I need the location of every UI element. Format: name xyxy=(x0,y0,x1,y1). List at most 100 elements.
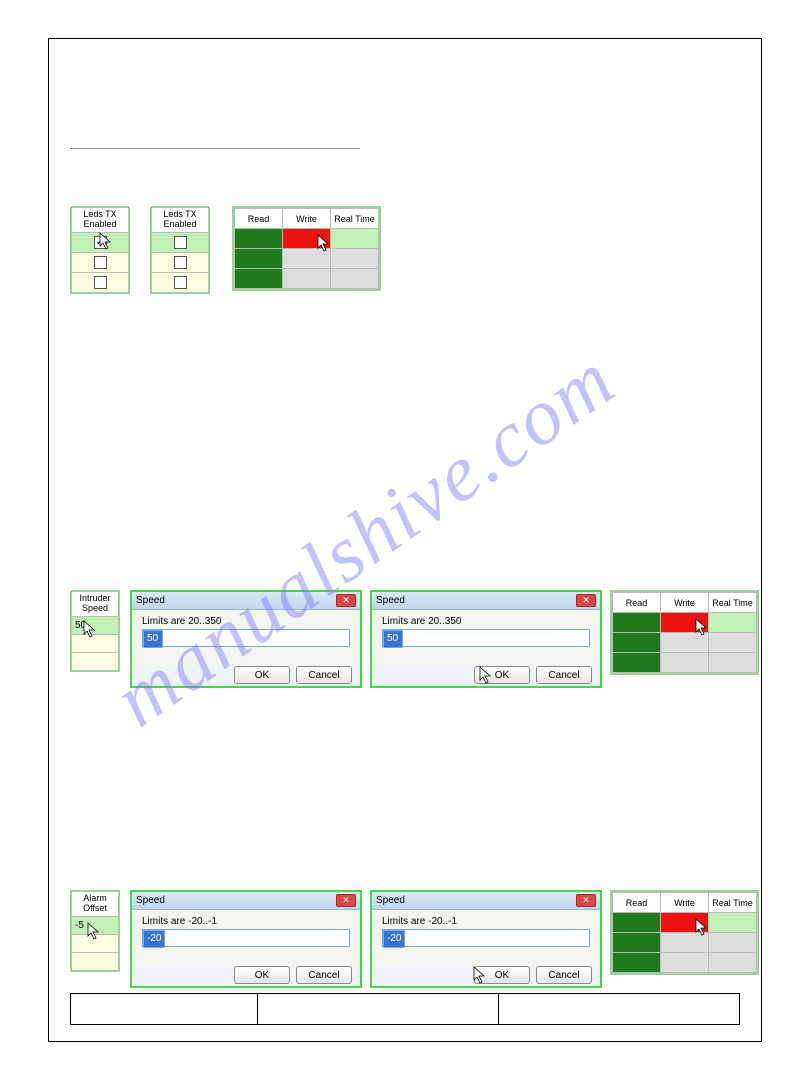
close-icon[interactable]: ✕ xyxy=(576,894,596,907)
ok-button[interactable]: OK xyxy=(474,666,530,684)
cell[interactable] xyxy=(283,249,331,269)
cell[interactable] xyxy=(613,953,661,973)
checkbox-icon[interactable] xyxy=(174,236,187,249)
read-write-realtime-grid-2: ReadWriteReal Time xyxy=(610,590,759,675)
dialog-title: Speed xyxy=(376,895,405,906)
close-icon[interactable]: ✕ xyxy=(336,594,356,607)
read-write-realtime-grid-3: ReadWriteReal Time xyxy=(610,890,759,975)
cell[interactable] xyxy=(235,229,283,249)
cell[interactable] xyxy=(613,613,661,633)
dialog-titlebar: Speed ✕ xyxy=(372,892,600,910)
leds-row-0[interactable] xyxy=(72,232,128,252)
col-write: Write xyxy=(661,893,709,913)
cell[interactable] xyxy=(613,913,661,933)
section-divider xyxy=(70,148,360,149)
ok-button[interactable]: OK xyxy=(234,966,290,984)
leds-row-1[interactable] xyxy=(152,252,208,272)
intruder-speed-panel: IntruderSpeed 50 xyxy=(70,590,120,672)
cell[interactable] xyxy=(661,953,709,973)
alarm-value[interactable]: -5 xyxy=(72,916,118,934)
footer-cell-3 xyxy=(499,994,739,1024)
cell-write-active[interactable] xyxy=(661,913,709,933)
dialog-titlebar: Speed ✕ xyxy=(132,892,360,910)
footer-cell-1 xyxy=(71,994,258,1024)
col-read: Read xyxy=(613,893,661,913)
col-read: Read xyxy=(613,593,661,613)
cell[interactable] xyxy=(709,953,757,973)
cell[interactable] xyxy=(235,269,283,289)
alarm-dialog-2: Speed ✕ Limits are -20..-1 -20 OK Cancel xyxy=(370,890,602,988)
speed-dialog-1: Speed ✕ Limits are 20..350 50 OK Cancel xyxy=(130,590,362,688)
leds-row-2[interactable] xyxy=(72,272,128,292)
col-realtime: Real Time xyxy=(709,893,757,913)
checkbox-checked-icon[interactable] xyxy=(94,236,107,249)
cancel-button[interactable]: Cancel xyxy=(536,666,592,684)
dialog-titlebar: Speed ✕ xyxy=(132,592,360,610)
speed-input[interactable]: 50 xyxy=(382,629,590,647)
checkbox-icon[interactable] xyxy=(174,276,187,289)
cell[interactable] xyxy=(613,653,661,673)
leds-row-0[interactable] xyxy=(152,232,208,252)
cell[interactable] xyxy=(331,229,379,249)
footer-table xyxy=(70,993,740,1025)
cancel-button[interactable]: Cancel xyxy=(536,966,592,984)
cancel-button[interactable]: Cancel xyxy=(296,666,352,684)
limits-label: Limits are -20..-1 xyxy=(142,916,350,927)
cancel-button[interactable]: Cancel xyxy=(296,966,352,984)
alarm-row-2[interactable] xyxy=(72,952,118,970)
dialog-title: Speed xyxy=(136,595,165,606)
leds-row-2[interactable] xyxy=(152,272,208,292)
leds-header: Leds TXEnabled xyxy=(72,208,128,232)
cell[interactable] xyxy=(661,653,709,673)
limits-label: Limits are 20..350 xyxy=(142,616,350,627)
alarm-dialog-1: Speed ✕ Limits are -20..-1 -20 OK Cancel xyxy=(130,890,362,988)
col-realtime: Real Time xyxy=(709,593,757,613)
intruder-header: IntruderSpeed xyxy=(72,592,118,616)
limits-label: Limits are 20..350 xyxy=(382,616,590,627)
cell[interactable] xyxy=(661,633,709,653)
cell-write-active[interactable] xyxy=(661,613,709,633)
alarm-input[interactable]: -20 xyxy=(382,929,590,947)
cell-write-active[interactable] xyxy=(283,229,331,249)
intruder-value[interactable]: 50 xyxy=(72,616,118,634)
limits-label: Limits are -20..-1 xyxy=(382,916,590,927)
alarm-row-1[interactable] xyxy=(72,934,118,952)
ok-button[interactable]: OK xyxy=(474,966,530,984)
close-icon[interactable]: ✕ xyxy=(336,894,356,907)
leds-row-1[interactable] xyxy=(72,252,128,272)
footer-cell-2 xyxy=(258,994,498,1024)
cell[interactable] xyxy=(235,249,283,269)
cell[interactable] xyxy=(283,269,331,289)
cell[interactable] xyxy=(709,913,757,933)
col-read: Read xyxy=(235,209,283,229)
cell[interactable] xyxy=(613,633,661,653)
checkbox-icon[interactable] xyxy=(94,256,107,269)
cell[interactable] xyxy=(331,249,379,269)
alarm-input[interactable]: -20 xyxy=(142,929,350,947)
close-icon[interactable]: ✕ xyxy=(576,594,596,607)
leds-tx-panel-2: Leds TXEnabled xyxy=(150,206,210,294)
checkbox-icon[interactable] xyxy=(94,276,107,289)
cell[interactable] xyxy=(613,933,661,953)
ok-button[interactable]: OK xyxy=(234,666,290,684)
dialog-title: Speed xyxy=(136,895,165,906)
read-write-realtime-grid-1: ReadWriteReal Time xyxy=(232,206,381,291)
leds-tx-panel-1: Leds TXEnabled xyxy=(70,206,130,294)
cell[interactable] xyxy=(709,933,757,953)
dialog-titlebar: Speed ✕ xyxy=(372,592,600,610)
col-realtime: Real Time xyxy=(331,209,379,229)
intruder-row-1[interactable] xyxy=(72,634,118,652)
cell[interactable] xyxy=(661,933,709,953)
dialog-title: Speed xyxy=(376,595,405,606)
cell[interactable] xyxy=(331,269,379,289)
cell[interactable] xyxy=(709,653,757,673)
alarm-offset-panel: AlarmOffset -5 xyxy=(70,890,120,972)
intruder-row-2[interactable] xyxy=(72,652,118,670)
col-write: Write xyxy=(661,593,709,613)
cell[interactable] xyxy=(709,633,757,653)
checkbox-icon[interactable] xyxy=(174,256,187,269)
alarm-header: AlarmOffset xyxy=(72,892,118,916)
leds-header: Leds TXEnabled xyxy=(152,208,208,232)
speed-input[interactable]: 50 xyxy=(142,629,350,647)
cell[interactable] xyxy=(709,613,757,633)
